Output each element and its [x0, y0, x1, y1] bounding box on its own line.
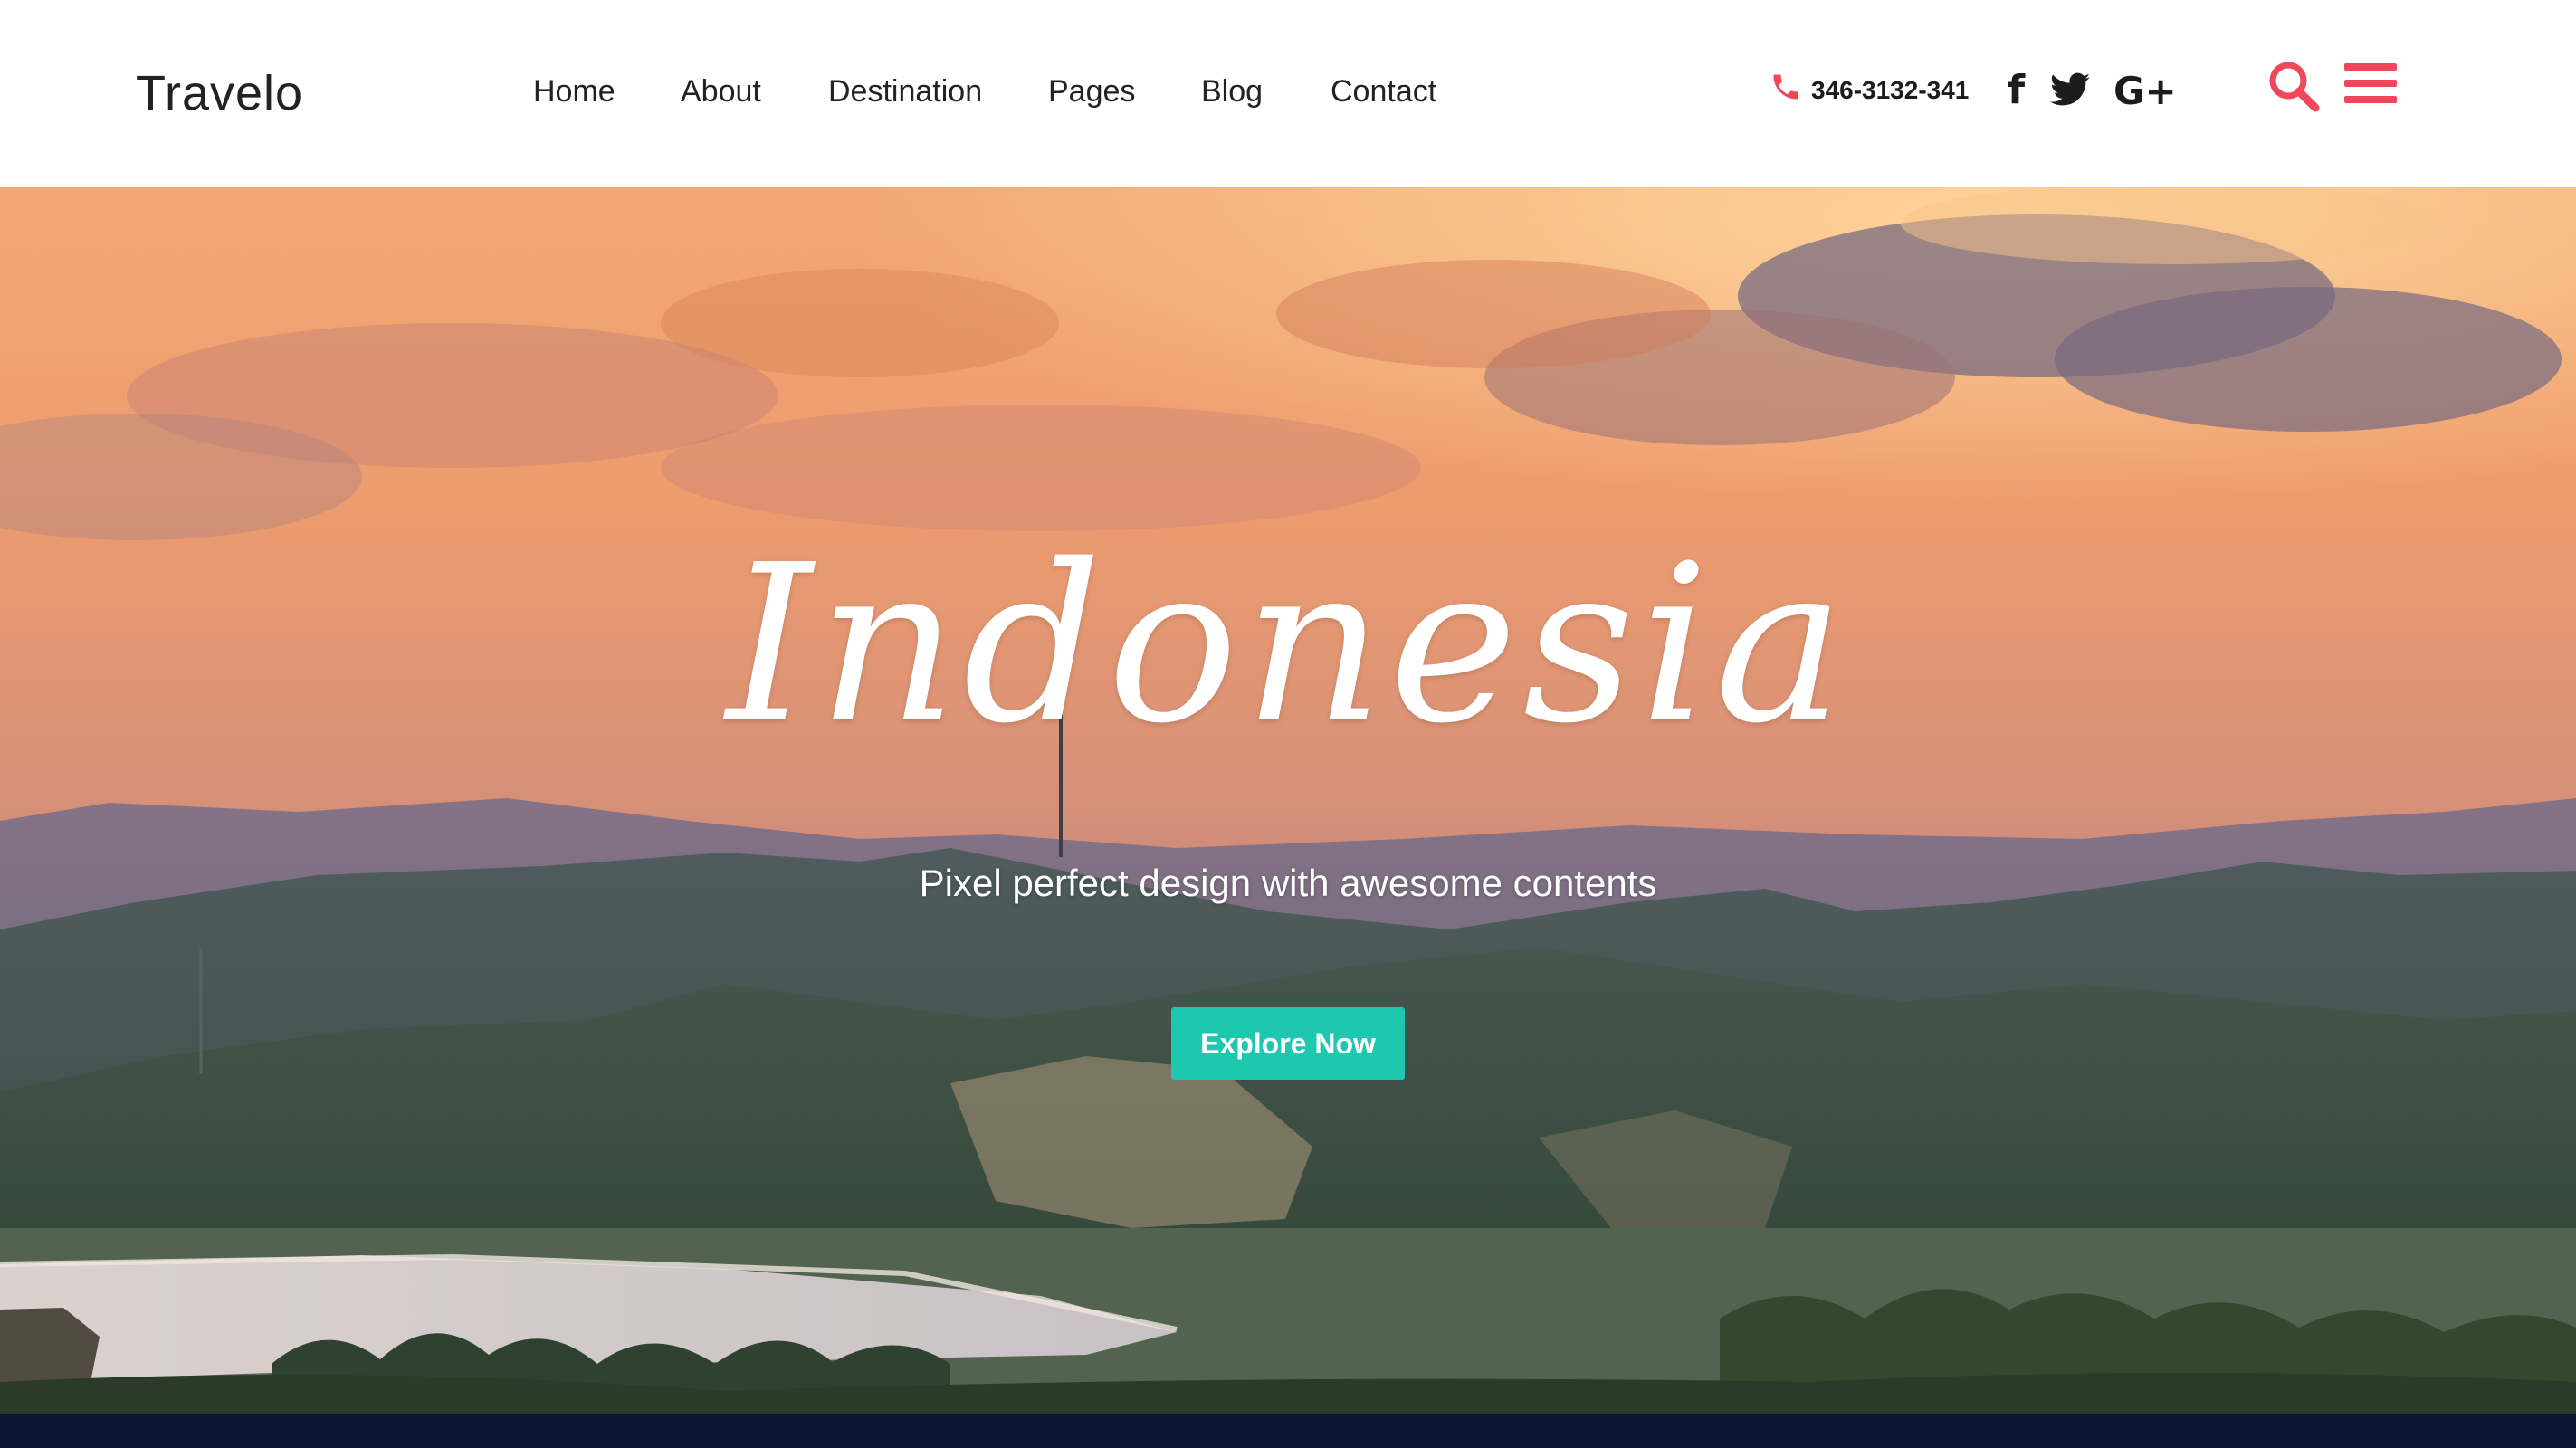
nav-pages[interactable]: Pages	[1048, 74, 1135, 110]
explore-now-button[interactable]: Explore Now	[1171, 1007, 1405, 1080]
site-logo[interactable]: Travelo	[136, 65, 303, 121]
nav-home[interactable]: Home	[533, 74, 615, 110]
phone-number[interactable]: 346-3132-341	[1811, 76, 1969, 105]
page: Travelo Home About Destination Pages Blo…	[0, 0, 2576, 1448]
hero-background-image	[0, 187, 2576, 1414]
nav-contact[interactable]: Contact	[1331, 74, 1436, 110]
nav-blog[interactable]: Blog	[1201, 74, 1263, 110]
site-header: Travelo Home About Destination Pages Blo…	[0, 0, 2576, 187]
google-plus-icon[interactable]: G+	[2113, 69, 2177, 113]
nav-about[interactable]: About	[681, 74, 761, 110]
search-icon[interactable]	[2266, 58, 2322, 114]
twitter-icon[interactable]	[2050, 72, 2090, 107]
hero-title: Indonesia	[726, 518, 1850, 771]
footer-bar	[0, 1414, 2576, 1448]
hero-section: Indonesia Pixel perfect design with awes…	[0, 187, 2576, 1414]
hero-subtitle: Pixel perfect design with awesome conten…	[919, 862, 1657, 904]
phone-icon	[1773, 74, 1798, 100]
nav-destination[interactable]: Destination	[828, 74, 982, 110]
hamburger-menu-icon[interactable]	[2344, 62, 2397, 105]
facebook-icon[interactable]: f	[2008, 67, 2025, 113]
